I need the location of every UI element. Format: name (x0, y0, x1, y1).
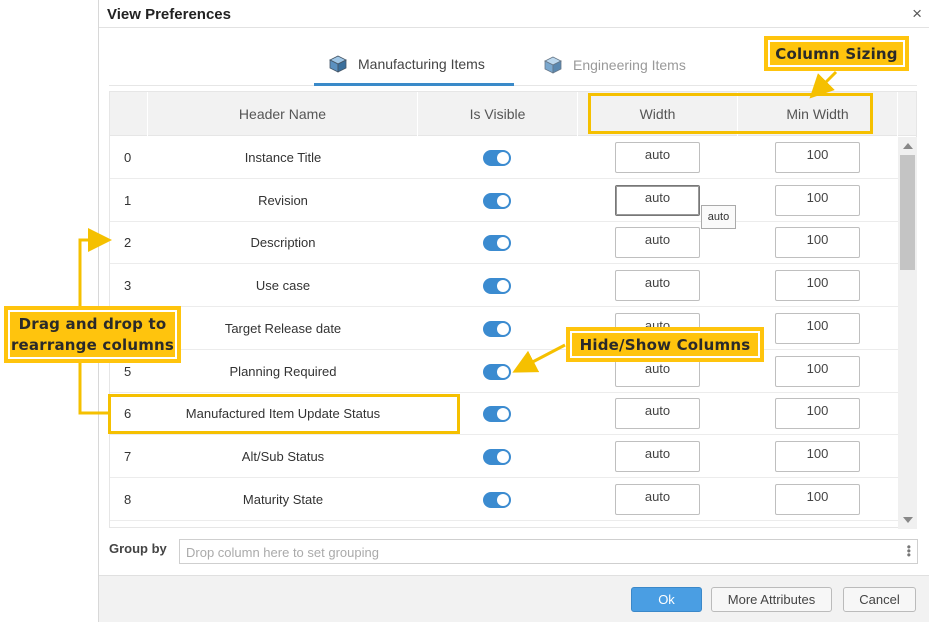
table-row[interactable]: 1 Revision auto 100 (110, 179, 900, 222)
width-input[interactable]: auto (615, 398, 700, 430)
visibility-toggle[interactable] (483, 448, 511, 465)
visibility-toggle[interactable] (483, 320, 511, 337)
columns-grid: Header Name Is Visible Width Min Width 0… (109, 91, 917, 528)
more-attributes-button[interactable]: More Attributes (711, 587, 832, 612)
row-header-name[interactable]: Instance Title (148, 150, 418, 165)
min-width-input[interactable]: 100 (775, 142, 860, 173)
kebab-menu-icon[interactable]: • • • (907, 541, 911, 561)
row-header-name[interactable]: Maturity State (148, 492, 418, 507)
visibility-toggle[interactable] (483, 278, 511, 295)
groupby-placeholder: Drop column here to set grouping (186, 545, 379, 560)
width-input[interactable]: auto (615, 440, 700, 472)
tab-label: Manufacturing Items (358, 55, 485, 72)
min-width-input[interactable]: 100 (775, 440, 860, 472)
row-index: 1 (124, 192, 132, 208)
table-row[interactable]: 5 Planning Required auto 100 (110, 350, 900, 393)
min-width-input[interactable]: 100 (775, 398, 860, 430)
min-width-input[interactable]: 100 (775, 270, 860, 302)
callout-drag-drop: Drag and drop to rearrange columns (4, 306, 181, 363)
header-is-visible[interactable]: Is Visible (418, 92, 578, 136)
row-index: 3 (124, 278, 132, 294)
scroll-down-arrow-icon[interactable] (903, 517, 913, 523)
width-input[interactable]: auto (615, 270, 700, 302)
width-input[interactable]: auto (615, 227, 700, 259)
row-index: 0 (124, 150, 132, 165)
row-header-name[interactable]: Description (148, 235, 418, 250)
tab-label: Engineering Items (573, 57, 686, 73)
min-width-input[interactable]: 100 (775, 184, 860, 216)
min-width-input[interactable]: 100 (775, 227, 860, 259)
tab-engineering-items[interactable]: Engineering Items (529, 44, 729, 86)
arrow-drag-up (78, 228, 112, 306)
table-row[interactable]: 0 Instance Title auto 100 (110, 136, 900, 179)
callout-line: Drag and drop to (18, 314, 167, 333)
row-index: 5 (124, 363, 132, 379)
ok-button[interactable]: Ok (631, 587, 702, 612)
row-highlight (108, 394, 460, 434)
visibility-toggle[interactable] (483, 363, 511, 380)
row-index: 8 (124, 491, 132, 507)
width-input[interactable]: auto (615, 483, 700, 515)
row-index: 2 (124, 235, 132, 251)
row-header-name[interactable]: Use case (148, 278, 418, 293)
width-input[interactable]: auto (615, 142, 700, 173)
table-row[interactable]: 7 Alt/Sub Status auto 100 (110, 435, 900, 478)
groupby-label: Group by (109, 541, 167, 556)
width-tooltip: auto (701, 205, 736, 229)
close-icon[interactable]: × (912, 5, 922, 23)
min-width-input[interactable]: 100 (775, 483, 860, 515)
header-name[interactable]: Header Name (148, 92, 418, 136)
visibility-toggle[interactable] (483, 491, 511, 508)
visibility-toggle[interactable] (483, 150, 511, 166)
visibility-toggle[interactable] (483, 235, 511, 252)
grid-scrollbar[interactable] (898, 137, 917, 529)
dialog-title: View Preferences (107, 6, 231, 23)
row-header-name[interactable]: Revision (148, 193, 418, 208)
scroll-up-arrow-icon[interactable] (903, 143, 913, 149)
callout-text-block: Drag and drop to rearrange columns (8, 310, 177, 359)
callout-column-sizing: Column Sizing (764, 36, 909, 71)
row-header-name[interactable]: Target Release date (148, 321, 418, 336)
visibility-toggle[interactable] (483, 406, 511, 423)
min-width-input[interactable]: 100 (775, 355, 860, 387)
header-index (110, 92, 148, 136)
table-row[interactable]: 8 Maturity State auto 100 (110, 478, 900, 521)
cube-icon (329, 55, 347, 73)
callout-line: rearrange columns (10, 335, 175, 354)
table-row[interactable]: 3 Use case auto 100 (110, 264, 900, 308)
min-width-input[interactable]: 100 (775, 312, 860, 344)
row-index: 7 (124, 448, 132, 464)
visibility-toggle[interactable] (483, 192, 511, 209)
callout-text: Hide/Show Columns (570, 331, 760, 358)
groupby-dropzone[interactable]: Drop column here to set grouping • • • (179, 539, 918, 564)
tab-manufacturing-items[interactable]: Manufacturing Items (314, 44, 514, 86)
cancel-button[interactable]: Cancel (843, 587, 916, 612)
width-input[interactable]: auto (615, 184, 700, 216)
table-row[interactable]: 2 Description auto 100 (110, 221, 900, 265)
callout-hide-show: Hide/Show Columns (566, 327, 764, 362)
cube-icon (544, 56, 562, 74)
row-header-name[interactable]: Planning Required (148, 364, 418, 379)
table-row[interactable]: 4Target Release dateauto100 (110, 307, 900, 350)
column-sizing-highlight (588, 93, 873, 134)
scroll-thumb[interactable] (900, 155, 915, 270)
row-header-name[interactable]: Alt/Sub Status (148, 449, 418, 464)
dialog-header: View Preferences × (99, 0, 929, 28)
callout-text: Column Sizing (768, 40, 905, 67)
